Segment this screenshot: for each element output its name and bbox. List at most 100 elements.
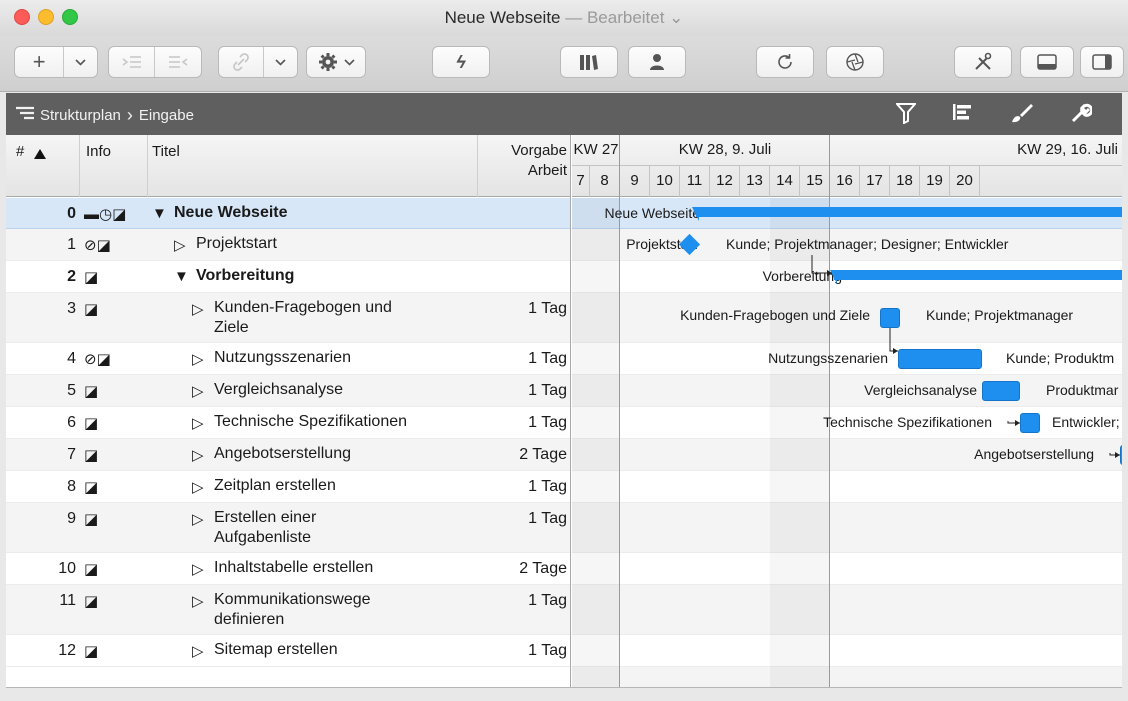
indent-icon[interactable] xyxy=(109,47,156,77)
table-row[interactable]: 9 ◪ ▷ Erstellen einer Aufgabenliste 1 Tag xyxy=(6,503,570,553)
project-summary-bar[interactable] xyxy=(696,207,1122,217)
task-bar[interactable] xyxy=(1020,413,1040,433)
window-title[interactable]: Neue Webseite — Bearbeitet ⌄ xyxy=(0,8,1128,28)
disclosure-collapsed-icon[interactable]: ▷ xyxy=(174,236,186,254)
table-row[interactable]: 1 ⊘◪ ▷ Projektstart xyxy=(6,229,570,261)
row-info-icons[interactable]: ▬◷◪ xyxy=(84,205,126,223)
row-info-icons[interactable]: ◪ xyxy=(84,592,98,610)
add-options-chevron-icon[interactable] xyxy=(64,47,97,77)
add-icon[interactable]: + xyxy=(15,47,65,77)
resources-button[interactable] xyxy=(628,46,686,78)
outdent-icon[interactable] xyxy=(155,47,201,77)
task-title[interactable]: Nutzungsszenarien xyxy=(214,348,479,368)
column-info-header[interactable]: Info xyxy=(80,135,148,197)
task-title[interactable]: Inhaltstabelle erstellen xyxy=(214,558,479,578)
disclosure-collapsed-icon[interactable]: ▷ xyxy=(192,382,204,400)
task-effort[interactable]: 1 Tag xyxy=(528,510,567,528)
publish-button[interactable] xyxy=(826,46,884,78)
link-icon[interactable] xyxy=(219,47,265,77)
column-title-header[interactable]: Titel xyxy=(148,135,478,197)
gantt-label: Kunden-Fragebogen und Ziele xyxy=(680,307,870,323)
table-row[interactable]: 10 ◪ ▷ Inhaltstabelle erstellen 2 Tage xyxy=(6,553,570,585)
table-row[interactable]: 3 ◪ ▷ Kunden-Fragebogen und Ziele 1 Tag xyxy=(6,293,570,343)
disclosure-collapsed-icon[interactable]: ▷ xyxy=(192,642,204,660)
library-button[interactable] xyxy=(560,46,618,78)
level-resources-button[interactable]: ϟ xyxy=(432,46,490,78)
column-effort-header[interactable]: Vorgabe Arbeit xyxy=(478,135,570,197)
task-effort[interactable]: 1 Tag xyxy=(528,642,567,660)
row-info-icons[interactable]: ◪ xyxy=(84,560,98,578)
table-row[interactable]: 0 ▬◷◪ ▼ Neue Webseite xyxy=(6,198,570,229)
task-effort[interactable]: 2 Tage xyxy=(519,560,567,578)
phase-summary-bar[interactable] xyxy=(834,270,1122,280)
task-effort[interactable]: 1 Tag xyxy=(528,414,567,432)
table-row[interactable]: 11 ◪ ▷ Kommunikationswege definieren 1 Tag xyxy=(6,585,570,635)
table-row[interactable]: 12 ◪ ▷ Sitemap erstellen 1 Tag xyxy=(6,635,570,667)
week-label: KW 27 xyxy=(573,141,619,158)
person-icon xyxy=(650,54,664,70)
disclosure-collapsed-icon[interactable]: ▷ xyxy=(192,592,204,610)
task-title[interactable]: Vergleichsanalyse xyxy=(214,380,479,400)
view-options-icon[interactable] xyxy=(952,102,972,128)
filter-icon[interactable] xyxy=(894,102,918,130)
inspector-tools-button[interactable] xyxy=(954,46,1012,78)
task-effort[interactable]: 1 Tag xyxy=(528,300,567,318)
disclosure-expanded-icon[interactable]: ▼ xyxy=(152,205,167,222)
breadcrumb-root[interactable]: Strukturplan xyxy=(40,107,121,124)
toggle-bottom-pane-button[interactable] xyxy=(1020,46,1074,78)
task-title[interactable]: Technische Spezifikationen xyxy=(214,412,479,432)
task-effort[interactable]: 2 Tage xyxy=(519,446,567,464)
actions-button[interactable] xyxy=(306,46,366,78)
task-effort[interactable]: 1 Tag xyxy=(528,350,567,368)
row-info-icons[interactable]: ◪ xyxy=(84,642,98,660)
disclosure-expanded-icon[interactable]: ▼ xyxy=(174,268,189,285)
table-row[interactable]: 4 ⊘◪ ▷ Nutzungsszenarien 1 Tag xyxy=(6,343,570,375)
link-options-chevron-icon[interactable] xyxy=(264,47,297,77)
disclosure-collapsed-icon[interactable]: ▷ xyxy=(192,300,204,318)
row-info-icons[interactable]: ◪ xyxy=(84,510,98,528)
row-info-icons[interactable]: ◪ xyxy=(84,414,98,432)
task-title[interactable]: Angebotserstellung xyxy=(214,444,479,464)
row-info-icons[interactable]: ⊘◪ xyxy=(84,350,111,368)
disclosure-collapsed-icon[interactable]: ▷ xyxy=(192,510,204,528)
task-effort[interactable]: 1 Tag xyxy=(528,382,567,400)
table-row[interactable]: 5 ◪ ▷ Vergleichsanalyse 1 Tag xyxy=(6,375,570,407)
row-info-icons[interactable]: ◪ xyxy=(84,478,98,496)
toggle-sidebar-button[interactable] xyxy=(1080,46,1124,78)
task-title[interactable]: Kommunikationswege definieren xyxy=(214,590,479,630)
task-title[interactable]: Projektstart xyxy=(196,234,461,254)
task-effort[interactable]: 1 Tag xyxy=(528,592,567,610)
task-title[interactable]: Sitemap erstellen xyxy=(214,640,479,660)
row-info-icons[interactable]: ◪ xyxy=(84,300,98,318)
disclosure-collapsed-icon[interactable]: ▷ xyxy=(192,446,204,464)
style-brush-icon[interactable] xyxy=(1010,102,1034,130)
task-bar[interactable] xyxy=(982,381,1020,401)
task-effort[interactable]: 1 Tag xyxy=(528,478,567,496)
row-info-icons[interactable]: ◪ xyxy=(84,268,98,286)
task-bar[interactable] xyxy=(880,308,900,328)
column-num-header[interactable]: # xyxy=(6,135,80,197)
task-bar[interactable] xyxy=(1120,445,1122,465)
table-row[interactable]: 2 ◪ ▼ Vorbereitung xyxy=(6,261,570,293)
row-info-icons[interactable]: ⊘◪ xyxy=(84,236,111,254)
task-bar[interactable] xyxy=(898,349,982,369)
breadcrumb-current[interactable]: Eingabe xyxy=(139,107,194,124)
day-label: 19 xyxy=(920,166,950,197)
disclosure-collapsed-icon[interactable]: ▷ xyxy=(192,560,204,578)
row-info-icons[interactable]: ◪ xyxy=(84,382,98,400)
row-info-icons[interactable]: ◪ xyxy=(84,446,98,464)
task-title[interactable]: Erstellen einer Aufgabenliste xyxy=(214,508,479,548)
task-title[interactable]: Vorbereitung xyxy=(196,266,461,286)
task-title[interactable]: Kunden-Fragebogen und Ziele xyxy=(214,298,479,338)
table-row[interactable]: 6 ◪ ▷ Technische Spezifikationen 1 Tag xyxy=(6,407,570,439)
task-title[interactable]: Zeitplan erstellen xyxy=(214,476,479,496)
sync-button[interactable] xyxy=(756,46,814,78)
table-row[interactable]: 7 ◪ ▷ Angebotserstellung 2 Tage xyxy=(6,439,570,471)
table-row[interactable]: 8 ◪ ▷ Zeitplan erstellen 1 Tag xyxy=(6,471,570,503)
gantt-row xyxy=(572,471,1122,503)
disclosure-collapsed-icon[interactable]: ▷ xyxy=(192,350,204,368)
disclosure-collapsed-icon[interactable]: ▷ xyxy=(192,414,204,432)
wrench-icon[interactable] xyxy=(1070,102,1094,130)
task-title[interactable]: Neue Webseite xyxy=(174,203,439,223)
disclosure-collapsed-icon[interactable]: ▷ xyxy=(192,478,204,496)
